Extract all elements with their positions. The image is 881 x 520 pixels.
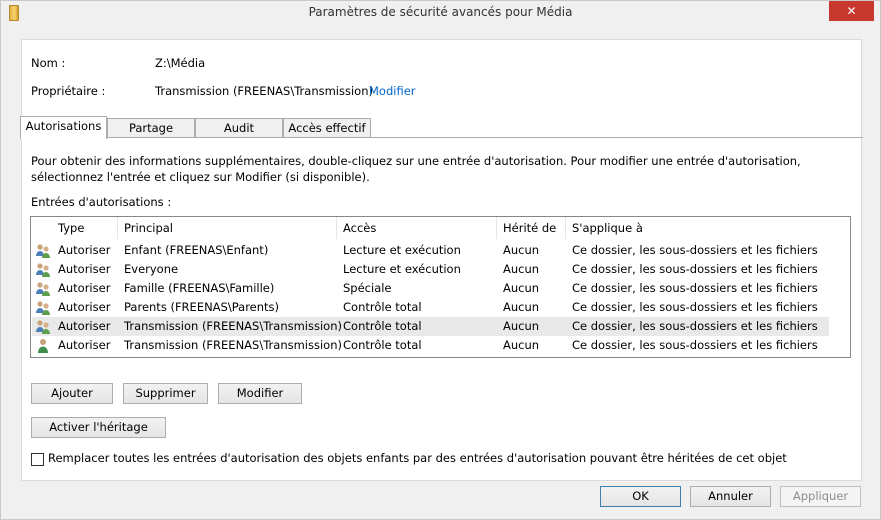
owner-label: Propriétaire : [31, 84, 106, 98]
table-row[interactable]: Autoriser Transmission (FREENAS\Transmis… [32, 336, 829, 355]
advanced-security-dialog: Paramètres de sécurité avancés pour Médi… [0, 0, 881, 520]
row-applies-to: Ce dossier, les sous-dossiers et les fic… [572, 319, 818, 333]
row-access: Contrôle total [343, 300, 422, 314]
replace-child-permissions-label: Remplacer toutes les entrées d'autorisat… [48, 451, 787, 465]
table-row[interactable]: Autoriser Transmission (FREENAS\Transmis… [32, 317, 829, 336]
replace-child-permissions-checkbox[interactable] [31, 453, 44, 466]
owner-value: Transmission (FREENAS\Transmission) [155, 84, 373, 98]
close-button[interactable]: ✕ [829, 1, 874, 21]
tab-share[interactable]: Partage [107, 118, 195, 138]
name-label: Nom : [31, 56, 66, 70]
row-inherited: Aucun [503, 281, 540, 295]
row-access: Contrôle total [343, 338, 422, 352]
title-bar: Paramètres de sécurité avancés pour Médi… [1, 1, 880, 27]
row-access: Spéciale [343, 281, 392, 295]
row-applies-to: Ce dossier, les sous-dossiers et les fic… [572, 300, 818, 314]
tab-permissions[interactable]: Autorisations [20, 116, 107, 139]
user-icon [38, 339, 48, 353]
row-type: Autoriser [58, 319, 111, 333]
row-type: Autoriser [58, 300, 111, 314]
row-principal: Everyone [124, 262, 179, 276]
ok-button[interactable]: OK [600, 486, 681, 507]
group-icon [36, 320, 50, 334]
list-header: Type Principal Accès Hérité de S'appliqu… [31, 217, 850, 239]
group-icon [36, 263, 50, 277]
row-applies-to: Ce dossier, les sous-dossiers et les fic… [572, 243, 818, 257]
row-principal: Transmission (FREENAS\Transmission) [124, 338, 342, 352]
row-access: Contrôle total [343, 319, 422, 333]
row-type: Autoriser [58, 262, 111, 276]
name-value: Z:\Média [155, 56, 206, 70]
row-inherited: Aucun [503, 243, 540, 257]
row-type: Autoriser [58, 338, 111, 352]
row-inherited: Aucun [503, 262, 540, 276]
edit-button[interactable]: Modifier [218, 383, 302, 404]
row-applies-to: Ce dossier, les sous-dossiers et les fic… [572, 281, 818, 295]
row-access: Lecture et exécution [343, 262, 461, 276]
row-access: Lecture et exécution [343, 243, 461, 257]
window-title: Paramètres de sécurité avancés pour Médi… [308, 5, 573, 19]
column-principal[interactable]: Principal [118, 217, 337, 239]
table-row[interactable]: Autoriser Enfant (FREENAS\Enfant) Lectur… [32, 241, 829, 260]
row-inherited: Aucun [503, 338, 540, 352]
row-principal: Famille (FREENAS\Famille) [124, 281, 275, 295]
row-principal: Enfant (FREENAS\Enfant) [124, 243, 269, 257]
tab-effective-access[interactable]: Accès effectif [283, 118, 371, 138]
row-type: Autoriser [58, 281, 111, 295]
row-inherited: Aucun [503, 300, 540, 314]
entries-label: Entrées d'autorisations : [31, 195, 172, 209]
cancel-button[interactable]: Annuler [690, 486, 771, 507]
tab-divider [20, 137, 863, 138]
row-applies-to: Ce dossier, les sous-dossiers et les fic… [572, 262, 818, 276]
row-principal: Transmission (FREENAS\Transmission) [124, 319, 342, 333]
column-applies-to[interactable]: S'applique à [566, 217, 826, 239]
dialog-content: Nom : Z:\Média Propriétaire : Transmissi… [20, 39, 863, 481]
add-button[interactable]: Ajouter [31, 383, 113, 404]
group-icon [36, 301, 50, 315]
row-principal: Parents (FREENAS\Parents) [124, 300, 280, 314]
row-applies-to: Ce dossier, les sous-dossiers et les fic… [572, 338, 818, 352]
column-access[interactable]: Accès [337, 217, 497, 239]
table-row[interactable]: Autoriser Famille (FREENAS\Famille) Spéc… [32, 279, 829, 298]
tab-audit[interactable]: Audit [195, 118, 283, 138]
column-type[interactable]: Type [52, 217, 118, 239]
table-row[interactable]: Autoriser Everyone Lecture et exécution … [32, 260, 829, 279]
change-owner-link[interactable]: Modifier [369, 84, 416, 98]
group-icon [36, 244, 50, 258]
table-row[interactable]: Autoriser Parents (FREENAS\Parents) Cont… [32, 298, 829, 317]
row-inherited: Aucun [503, 319, 540, 333]
description-text: Pour obtenir des informations supplément… [31, 154, 801, 184]
remove-button[interactable]: Supprimer [123, 383, 208, 404]
apply-button[interactable]: Appliquer [780, 486, 861, 507]
group-icon [36, 282, 50, 296]
row-type: Autoriser [58, 243, 111, 257]
column-inherited[interactable]: Hérité de [497, 217, 566, 239]
permission-entries-list[interactable]: Type Principal Accès Hérité de S'appliqu… [30, 216, 851, 358]
enable-inheritance-button[interactable]: Activer l'héritage [31, 417, 166, 438]
